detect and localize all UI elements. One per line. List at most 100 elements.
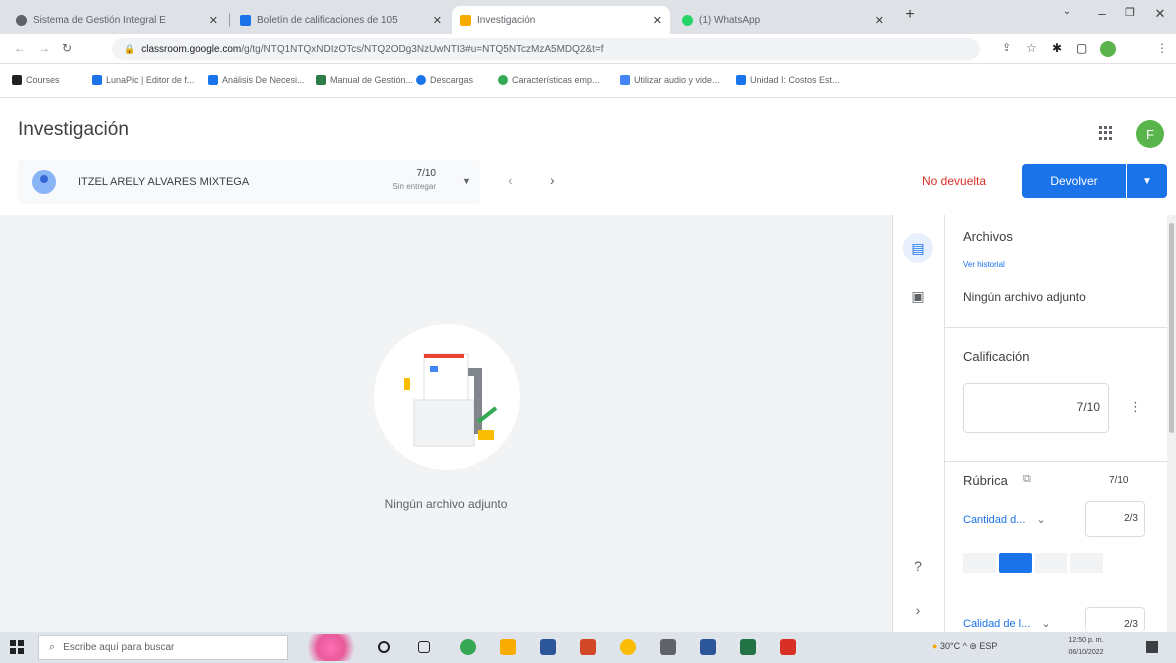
divider <box>945 327 1167 328</box>
empty-folder-illustration <box>374 324 520 470</box>
previous-student-icon[interactable]: ‹ <box>508 172 513 188</box>
search-icon: ⌕ <box>49 641 56 653</box>
globe-icon <box>16 14 27 26</box>
panel-scrollbar[interactable] <box>1167 215 1176 632</box>
student-score: 7/10 <box>416 168 436 179</box>
tab-search-icon[interactable]: ⌄ <box>1055 6 1079 17</box>
grade-title: Calificación <box>963 349 1030 364</box>
bookmark-item[interactable]: Manual de Gestión... <box>316 75 413 85</box>
browser-tab-4[interactable]: (1) WhatsApp ✕ <box>674 6 892 34</box>
close-icon[interactable]: ✕ <box>653 14 662 27</box>
grading-panel: Archivos Ver historial Ningún archivo ad… <box>944 215 1176 632</box>
bookmarks-bar: Courses LunaPic | Editor de f... Análisi… <box>0 64 1176 98</box>
taskbar-search-input[interactable]: ⌕ Escribe aquí para buscar <box>38 635 288 660</box>
return-button[interactable]: Devolver <box>1022 164 1126 198</box>
rubric-criterion-2[interactable]: Calidad de l... ⌄ <box>963 617 1051 630</box>
browser-tab-bar: Sistema de Gestión Integral E ✕ Boletín … <box>0 0 1176 34</box>
minimize-button[interactable]: – <box>1090 6 1114 21</box>
criterion-score-input[interactable]: 2/3 <box>1085 607 1145 632</box>
files-title: Archivos <box>963 229 1013 244</box>
extensions-icon[interactable]: ✱ <box>1052 41 1062 55</box>
bookmark-item[interactable]: Utilizar audio y vide... <box>620 75 720 85</box>
files-empty-text: Ningún archivo adjunto <box>963 290 1086 304</box>
back-icon[interactable]: ← <box>14 41 26 55</box>
close-icon[interactable]: ✕ <box>209 14 218 27</box>
next-student-icon[interactable]: › <box>550 172 555 188</box>
bookmark-item[interactable]: LunaPic | Editor de f... <box>92 75 194 85</box>
system-clock[interactable]: 12:50 p. m. 06/10/2022 <box>1066 635 1106 659</box>
close-icon[interactable]: ✕ <box>875 14 884 27</box>
student-selector[interactable]: ITZEL ARELY ALVARES MIXTEGA 7/10 Sin ent… <box>18 160 480 204</box>
reload-icon[interactable]: ↻ <box>62 41 72 55</box>
weather-text: ● 30°C ^ ⊜ ESP <box>932 641 998 651</box>
browser-tab-2[interactable]: Boletín de calificaciones de 105 ✕ <box>232 6 450 34</box>
address-bar-row: ← → ↻ 🔒 classroom.google.com/g/tg/NTQ1NT… <box>0 34 1176 64</box>
browser-tab-1[interactable]: Sistema de Gestión Integral E ✕ <box>8 6 226 34</box>
bookmark-item[interactable]: Descargas <box>416 75 473 85</box>
side-rail: ▤ ▣ ? › <box>892 215 944 632</box>
word-icon[interactable] <box>700 639 716 655</box>
rubric-criterion-1[interactable]: Cantidad d... ⌄ <box>963 513 1046 526</box>
window-close-button[interactable]: ✕ <box>1148 6 1172 22</box>
files-panel-icon[interactable]: ▤ <box>903 233 933 263</box>
chevron-down-icon: ▼ <box>1142 175 1152 187</box>
bookmark-item[interactable]: Courses <box>12 75 60 85</box>
share-icon[interactable]: ⇪ <box>1002 41 1011 54</box>
bookmark-item[interactable]: Análisis De Necesi... <box>208 75 305 85</box>
lock-icon: 🔒 <box>124 43 136 54</box>
chevron-down-icon: ⌄ <box>1036 514 1046 526</box>
star-icon[interactable]: ☆ <box>1026 41 1037 55</box>
student-avatar-icon <box>32 170 56 194</box>
notifications-icon[interactable] <box>1146 641 1158 653</box>
criterion-score-input[interactable]: 2/3 <box>1085 501 1145 537</box>
file-explorer-icon[interactable] <box>500 639 516 655</box>
chevron-down-icon[interactable]: ▼ <box>462 176 471 186</box>
new-tab-button[interactable]: + <box>898 6 922 24</box>
avatar[interactable]: F <box>1136 120 1164 148</box>
return-dropdown-button[interactable]: ▼ <box>1127 164 1167 198</box>
network-icon: ⊜ <box>969 641 977 651</box>
page-title: Investigación <box>18 119 129 140</box>
menu-icon[interactable]: ⋮ <box>1156 41 1168 55</box>
profile-icon[interactable] <box>1100 41 1116 57</box>
no-attachment-message: Ningún archivo adjunto <box>384 497 508 511</box>
search-highlight-image <box>300 634 362 661</box>
divider <box>945 461 1167 462</box>
return-status: No devuelta <box>922 174 987 188</box>
bookmark-item[interactable]: Características emp... <box>498 75 600 85</box>
task-view-icon[interactable] <box>418 641 430 653</box>
collapse-panel-icon[interactable]: › <box>903 595 933 625</box>
excel-icon[interactable] <box>740 639 756 655</box>
browser-tab-3[interactable]: Investigación ✕ <box>452 6 670 34</box>
windows-start-icon[interactable] <box>10 640 24 654</box>
sheets-icon <box>240 14 251 26</box>
powerpoint-icon[interactable] <box>580 639 596 655</box>
acrobat-icon[interactable] <box>780 639 796 655</box>
chrome-icon[interactable] <box>460 639 476 655</box>
edit-rubric-icon[interactable]: ⧉ <box>1023 473 1031 486</box>
help-icon[interactable]: ? <box>903 551 933 581</box>
apps-grid-icon[interactable] <box>1099 126 1113 140</box>
maximize-button[interactable]: ❐ <box>1118 6 1142 19</box>
url-field[interactable]: 🔒 classroom.google.com/g/tg/NTQ1NTQxNDIz… <box>112 38 980 60</box>
rubric-level-selector[interactable] <box>963 553 1103 573</box>
bookmark-item[interactable]: Unidad I: Costos Est... <box>736 75 840 85</box>
grade-input[interactable]: 7/10 <box>963 383 1109 433</box>
rubric-title: Rúbrica <box>963 473 1008 488</box>
more-options-icon[interactable]: ⋮ <box>1129 399 1142 415</box>
history-link[interactable]: Ver historial <box>963 260 1005 269</box>
cortana-icon[interactable] <box>378 641 390 653</box>
app-icon[interactable] <box>620 639 636 655</box>
close-icon[interactable]: ✕ <box>433 14 442 27</box>
student-status: Sin entregar <box>392 182 436 191</box>
empty-illustration-icon <box>404 353 498 447</box>
tab-separator <box>229 13 230 27</box>
sidepanel-icon[interactable]: ▢ <box>1076 41 1087 55</box>
comments-panel-icon[interactable]: ▣ <box>903 281 933 311</box>
app-icon[interactable] <box>660 639 676 655</box>
file-viewer: Ningún archivo adjunto <box>0 215 892 632</box>
rubric-score: 7/10 <box>1109 475 1129 486</box>
classroom-header: Investigación F <box>0 110 1176 154</box>
forward-icon[interactable]: → <box>38 41 50 55</box>
store-icon[interactable] <box>540 639 556 655</box>
